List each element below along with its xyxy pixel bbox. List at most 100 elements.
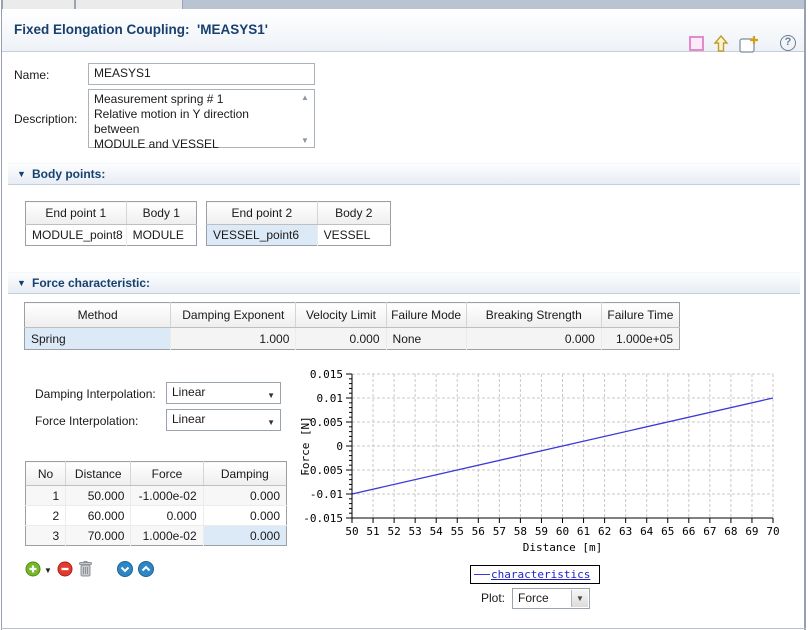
tab-strip bbox=[2, 0, 804, 9]
svg-text:59: 59 bbox=[535, 525, 548, 538]
name-label: Name: bbox=[14, 68, 49, 82]
navigate-up-icon[interactable] bbox=[713, 35, 729, 55]
column-header: Breaking Strength bbox=[466, 303, 601, 328]
svg-text:61: 61 bbox=[577, 525, 590, 538]
table-cell[interactable]: 60.000 bbox=[66, 506, 131, 526]
column-header: Failure Time bbox=[601, 303, 679, 328]
scroll-down-icon[interactable]: ▼ bbox=[301, 137, 309, 145]
table-cell[interactable]: MODULE_point8 bbox=[26, 225, 127, 246]
scroll-up-icon[interactable]: ▲ bbox=[301, 94, 309, 102]
add-row-menu-caret-icon[interactable]: ▼ bbox=[44, 566, 52, 575]
table-cell[interactable]: 1.000 bbox=[171, 328, 296, 350]
section-force-characteristic-label: Force characteristic: bbox=[32, 276, 150, 290]
help-glyph: ? bbox=[785, 36, 792, 48]
name-input[interactable]: MEASYS1 bbox=[88, 63, 315, 85]
section-force-characteristic[interactable]: ▼ Force characteristic: bbox=[8, 272, 800, 294]
column-header: Body 1 bbox=[126, 202, 196, 225]
chevron-down-icon: ▼ bbox=[576, 594, 584, 603]
svg-text:60: 60 bbox=[556, 525, 569, 538]
force-interpolation-label: Force Interpolation: bbox=[35, 414, 138, 428]
description-label: Description: bbox=[14, 112, 77, 126]
table-cell[interactable]: 0.000 bbox=[203, 526, 286, 546]
svg-text:64: 64 bbox=[640, 525, 654, 538]
svg-text:0.005: 0.005 bbox=[310, 416, 343, 429]
help-icon[interactable]: ? bbox=[780, 35, 796, 51]
table-cell[interactable]: 2 bbox=[26, 506, 66, 526]
add-row-button[interactable] bbox=[25, 561, 41, 577]
force-interpolation-value: Linear bbox=[172, 412, 205, 426]
tab-stub-1[interactable] bbox=[2, 0, 75, 9]
svg-text:65: 65 bbox=[661, 525, 674, 538]
table-cell[interactable]: 70.000 bbox=[66, 526, 131, 546]
table-cell[interactable]: 0.000 bbox=[131, 506, 203, 526]
table-cell[interactable]: 50.000 bbox=[66, 486, 131, 506]
column-header: End point 2 bbox=[207, 202, 318, 225]
table-cell[interactable]: 1 bbox=[26, 486, 66, 506]
table-cell[interactable]: 1.000e+05 bbox=[601, 328, 679, 350]
damping-interpolation-value: Linear bbox=[172, 385, 205, 399]
legend-line-sample bbox=[474, 574, 490, 575]
svg-text:55: 55 bbox=[451, 525, 464, 538]
svg-text:0: 0 bbox=[336, 440, 343, 453]
remove-row-button[interactable] bbox=[57, 561, 73, 577]
table-cell[interactable]: 0.000 bbox=[466, 328, 601, 350]
table-cell[interactable]: 1.000e-02 bbox=[131, 526, 203, 546]
section-body-points[interactable]: ▼ Body points: bbox=[8, 163, 800, 185]
svg-text:Distance [m]: Distance [m] bbox=[523, 541, 602, 554]
svg-text:50: 50 bbox=[345, 525, 358, 538]
new-element-icon[interactable] bbox=[739, 35, 760, 56]
plot-label: Plot: bbox=[481, 591, 505, 605]
table-cell[interactable]: None bbox=[386, 328, 466, 350]
svg-text:56: 56 bbox=[472, 525, 485, 538]
table-cell[interactable]: VESSEL_point6 bbox=[207, 225, 318, 246]
table-cell[interactable]: -1.000e-02 bbox=[131, 486, 203, 506]
coupling-dialog: Fixed Elongation Coupling: 'MEASYS1' ? N… bbox=[0, 0, 808, 630]
method-table: Method Damping Exponent Velocity Limit F… bbox=[24, 302, 680, 350]
svg-text:51: 51 bbox=[366, 525, 379, 538]
svg-text:0.01: 0.01 bbox=[317, 392, 344, 405]
table-cell[interactable]: 3 bbox=[26, 526, 66, 546]
plot-select[interactable]: Force ▼ bbox=[512, 588, 590, 609]
svg-text:63: 63 bbox=[619, 525, 632, 538]
chevron-down-icon: ▼ bbox=[267, 415, 275, 430]
move-down-button[interactable] bbox=[117, 561, 133, 577]
svg-text:57: 57 bbox=[493, 525, 506, 538]
force-interpolation-select[interactable]: Linear ▼ bbox=[166, 409, 281, 431]
collapse-triangle-icon: ▼ bbox=[17, 169, 26, 179]
table-cell[interactable]: Spring bbox=[25, 328, 171, 350]
legend-series-label: characteristics bbox=[491, 568, 590, 581]
column-header: End point 1 bbox=[26, 202, 127, 225]
column-header: Force bbox=[131, 462, 203, 486]
points-table: No Distance Force Damping 1 50.000 -1.00… bbox=[25, 461, 287, 546]
damping-interpolation-select[interactable]: Linear ▼ bbox=[166, 382, 281, 404]
body-points-table-1: End point 1 Body 1 MODULE_point8 MODULE bbox=[25, 201, 197, 246]
column-header: Damping bbox=[203, 462, 286, 486]
table-cell[interactable]: VESSEL bbox=[317, 225, 390, 246]
section-body-points-label: Body points: bbox=[32, 167, 105, 181]
table-cell[interactable]: 0.000 bbox=[296, 328, 386, 350]
column-header: Damping Exponent bbox=[171, 303, 296, 328]
table-cell[interactable]: MODULE bbox=[126, 225, 196, 246]
tab-stub-2[interactable] bbox=[75, 0, 183, 9]
description-input[interactable]: Measurement spring # 1 Relative motion i… bbox=[88, 89, 315, 148]
table-cell[interactable]: 0.000 bbox=[203, 486, 286, 506]
column-header: Body 2 bbox=[317, 202, 390, 225]
plot-select-button[interactable]: ▼ bbox=[571, 590, 588, 607]
collapse-triangle-icon: ▼ bbox=[17, 278, 26, 288]
move-up-button[interactable] bbox=[138, 561, 154, 577]
column-header: Distance bbox=[66, 462, 131, 486]
page-title: Fixed Elongation Coupling: 'MEASYS1' bbox=[14, 22, 268, 37]
column-header: Method bbox=[25, 303, 171, 328]
color-swatch-icon[interactable] bbox=[689, 36, 704, 51]
table-cell[interactable]: 0.000 bbox=[203, 506, 286, 526]
svg-text:58: 58 bbox=[514, 525, 527, 538]
chevron-down-icon: ▼ bbox=[267, 388, 275, 403]
title-bar: Fixed Elongation Coupling: 'MEASYS1' ? bbox=[2, 9, 804, 52]
svg-text:70: 70 bbox=[766, 525, 779, 538]
svg-text:62: 62 bbox=[598, 525, 611, 538]
svg-text:52: 52 bbox=[387, 525, 400, 538]
svg-text:53: 53 bbox=[409, 525, 422, 538]
body-points-table-2: End point 2 Body 2 VESSEL_point6 VESSEL bbox=[206, 201, 391, 246]
window-border-left bbox=[1, 0, 2, 630]
delete-trash-icon[interactable] bbox=[78, 560, 94, 576]
